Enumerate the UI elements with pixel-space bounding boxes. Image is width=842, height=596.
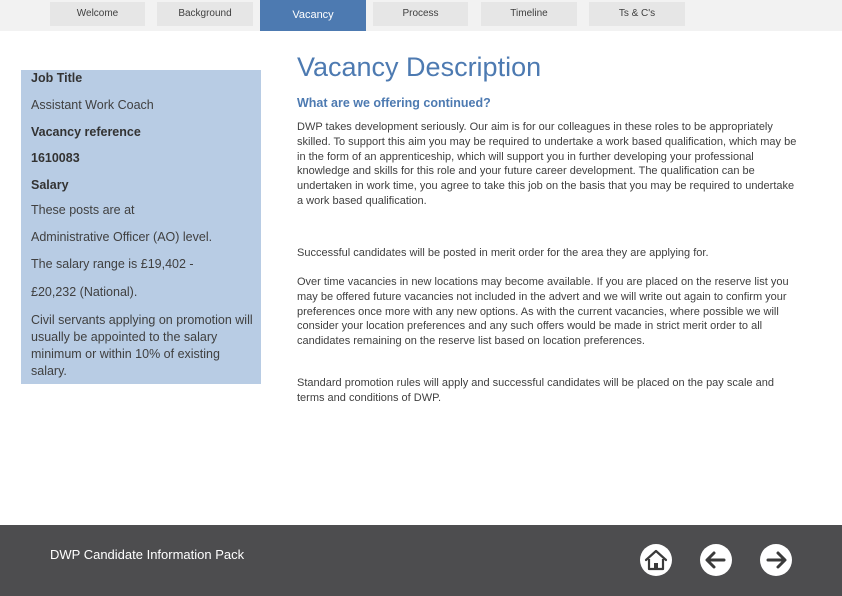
paragraph-reserve-list: Over time vacancies in new locations may… (297, 276, 789, 348)
salary-promotion-note: Civil servants applying on promotion wil… (31, 313, 253, 378)
home-button[interactable] (639, 543, 673, 577)
top-nav-bar: Welcome Background Vacancy Process Timel… (0, 0, 842, 31)
page-title: Vacancy Description (297, 52, 542, 82)
tab-welcome[interactable]: Welcome (50, 2, 145, 26)
footer-bar: DWP Candidate Information Pack (0, 525, 842, 596)
salary-line-1: These posts are at (31, 203, 135, 217)
job-title-heading: Job Title (31, 71, 83, 85)
back-button[interactable] (699, 543, 733, 577)
vacancy-reference-value: 1610083 (31, 151, 80, 165)
salary-line-3: The salary range is £19,402 - (31, 257, 194, 271)
forward-button[interactable] (759, 543, 793, 577)
vacancy-reference-heading: Vacancy reference (31, 125, 141, 139)
salary-heading: Salary (31, 178, 69, 192)
tab-process[interactable]: Process (373, 2, 468, 26)
job-title-value: Assistant Work Coach (31, 98, 154, 112)
home-icon (640, 544, 672, 576)
job-summary-panel: Job Title Assistant Work Coach Vacancy r… (21, 70, 261, 384)
tab-background[interactable]: Background (157, 2, 253, 26)
forward-arrow-icon (760, 544, 792, 576)
salary-line-2: Administrative Officer (AO) level. (31, 230, 213, 244)
back-arrow-icon (700, 544, 732, 576)
paragraph-development: DWP takes development seriously. Our aim… (297, 121, 797, 207)
tab-terms[interactable]: Ts & C's (589, 2, 685, 26)
paragraph-merit-order: Successful candidates will be posted in … (297, 247, 709, 259)
tab-vacancy[interactable]: Vacancy (260, 0, 366, 31)
salary-line-4: £20,232 (National). (31, 285, 138, 299)
paragraph-promotion-rules: Standard promotion rules will apply and … (297, 377, 774, 404)
section-subtitle: What are we offering continued? (297, 96, 491, 110)
tab-timeline[interactable]: Timeline (481, 2, 577, 26)
footer-title: DWP Candidate Information Pack (50, 547, 245, 562)
